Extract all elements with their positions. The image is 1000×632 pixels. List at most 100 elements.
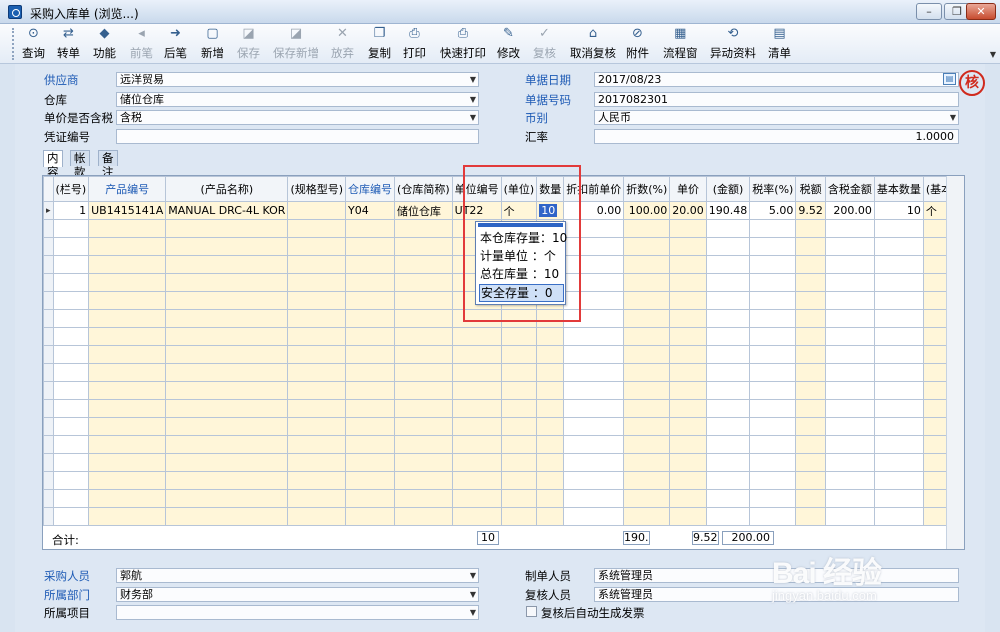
cell-amount[interactable] [705,237,751,256]
cell-amount_with_tax[interactable] [824,327,875,346]
cell-line_no[interactable] [52,345,90,364]
cell-warehouse_code[interactable] [345,399,396,418]
cell-price[interactable] [669,381,707,400]
cell-unit[interactable] [500,453,538,472]
cell-tax_rate[interactable] [749,345,797,364]
cell-product_name[interactable] [165,471,289,490]
cell-qty[interactable] [536,381,565,400]
cell-product_code[interactable] [88,471,167,490]
tab-remarks[interactable]: 备注 [98,150,118,179]
cell-amount[interactable] [705,327,751,346]
cell-product_name[interactable] [165,219,289,238]
cell-warehouse_name[interactable]: 储位仓库 [394,201,453,220]
cell-price[interactable] [669,291,707,310]
cell-product_name[interactable] [165,273,289,292]
cell-pre_discount_price[interactable] [563,435,625,454]
toolbar-button-5[interactable]: ▢ 新增 [201,26,224,62]
cell-warehouse_name[interactable] [394,399,453,418]
cell-pre_discount_price[interactable] [563,417,625,436]
cell-warehouse_name[interactable] [394,237,453,256]
cell-product_name[interactable] [165,291,289,310]
cell-spec[interactable] [287,327,347,346]
purchaser-select[interactable]: 郭航 ▼ [116,568,479,583]
toolbar-overflow-icon[interactable]: ▼ [990,50,996,59]
cell-base_qty[interactable] [873,453,924,472]
cell-warehouse_code[interactable] [345,489,396,508]
column-header[interactable]: (规格型号) [287,176,347,202]
cell-unit_code[interactable] [451,381,502,400]
cell-amount[interactable] [705,471,751,490]
supplier-select[interactable]: 远洋贸易 ▼ [116,72,479,87]
cell-spec[interactable] [287,255,347,274]
cell-amount[interactable] [705,399,751,418]
cell-base_qty[interactable]: 10 [873,201,924,220]
doc-date-field[interactable]: 2017/08/23 [594,72,959,87]
cell-base_qty[interactable] [873,435,924,454]
cell-warehouse_code[interactable]: Y04 [345,201,396,220]
cell-spec[interactable] [287,291,347,310]
cell-warehouse_code[interactable] [345,273,396,292]
cell-pre_discount_price[interactable] [563,381,625,400]
cell-product_code[interactable] [88,219,167,238]
row-indicator[interactable] [43,309,54,328]
cell-discount[interactable] [623,435,671,454]
toolbar-button-8[interactable]: ✕ 放弃 [331,26,354,62]
cell-product_name[interactable] [165,435,289,454]
cell-unit[interactable] [500,345,538,364]
exchange-rate-field[interactable]: 1.0000 [594,129,959,144]
cell-warehouse_code[interactable] [345,291,396,310]
cell-product_code[interactable] [88,381,167,400]
cell-line_no[interactable] [52,327,90,346]
cell-unit_code[interactable] [451,363,502,382]
cell-amount_with_tax[interactable] [824,237,875,256]
cell-unit[interactable] [500,435,538,454]
column-header[interactable]: (金额) [705,176,751,202]
cell-amount_with_tax[interactable] [824,489,875,508]
cell-amount[interactable] [705,255,751,274]
cell-spec[interactable] [287,201,347,220]
column-header[interactable]: 单价 [669,176,707,202]
cell-line_no[interactable] [52,381,90,400]
toolbar-grip[interactable] [12,28,16,60]
currency-select[interactable]: 人民币 ▼ [594,110,959,125]
column-header[interactable]: 税率(%) [749,176,797,202]
row-indicator[interactable] [43,363,54,382]
cell-warehouse_name[interactable] [394,345,453,364]
cell-product_code[interactable] [88,453,167,472]
cell-price[interactable] [669,453,707,472]
toolbar-button-2[interactable]: ◆ 功能 [93,26,116,62]
cell-price[interactable] [669,507,707,526]
cell-base_qty[interactable] [873,327,924,346]
cell-tax_rate[interactable] [749,363,797,382]
chevron-down-icon[interactable]: ▼ [470,111,476,124]
column-header[interactable]: (产品名称) [165,176,289,202]
cell-discount[interactable] [623,255,671,274]
cell-base_qty[interactable] [873,489,924,508]
chevron-down-icon[interactable]: ▼ [470,569,476,582]
cell-qty[interactable] [536,507,565,526]
cell-amount[interactable] [705,345,751,364]
cell-base_qty[interactable] [873,309,924,328]
cell-qty[interactable] [536,435,565,454]
tab-content[interactable]: 内容 [43,150,63,179]
cell-discount[interactable] [623,453,671,472]
column-header[interactable]: 含税金额 [824,176,875,202]
cell-base_qty[interactable] [873,471,924,490]
cell-product_code[interactable] [88,345,167,364]
cell-amount[interactable] [705,453,751,472]
cell-amount[interactable] [705,381,751,400]
cell-unit_code[interactable] [451,435,502,454]
cell-product_code[interactable] [88,399,167,418]
cell-discount[interactable] [623,489,671,508]
chevron-down-icon[interactable]: ▼ [950,111,956,124]
cell-product_name[interactable] [165,453,289,472]
cell-base_qty[interactable] [873,255,924,274]
cell-line_no[interactable] [52,399,90,418]
cell-tax_rate[interactable] [749,507,797,526]
cell-line_no[interactable] [52,273,90,292]
table-row[interactable] [43,399,964,418]
cell-amount[interactable] [705,435,751,454]
cell-qty[interactable] [536,345,565,364]
cell-amount_with_tax[interactable] [824,453,875,472]
cell-spec[interactable] [287,417,347,436]
